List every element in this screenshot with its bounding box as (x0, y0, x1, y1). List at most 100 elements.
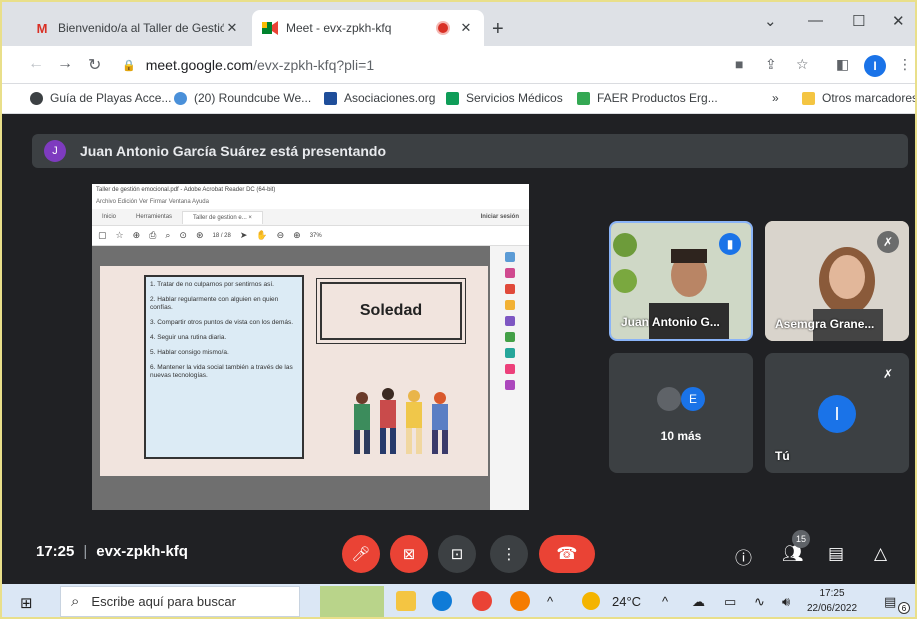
more-participants-tile[interactable]: E 10 más (609, 353, 753, 473)
bookmarks-bar: Guía de Playas Acce... (20) Roundcube We… (2, 84, 915, 114)
chrome-icon[interactable] (472, 591, 492, 611)
bookmark-item[interactable]: (20) Roundcube We... (174, 91, 311, 105)
participant-tile[interactable]: ✗ Asemgra Grane... (765, 221, 909, 341)
tab-meet[interactable]: Meet - evx-zpkh-kfq ✕ (252, 10, 484, 46)
bookmark-star-icon[interactable]: ☆ (796, 56, 809, 73)
search-highlight-image (320, 586, 384, 617)
profile-avatar[interactable]: I (864, 55, 886, 77)
present-button[interactable]: ⊡ (438, 535, 476, 573)
other-bookmarks[interactable]: Otros marcadores (802, 91, 915, 105)
tool-icon (504, 300, 515, 310)
menu-icon[interactable]: ⋮ (898, 56, 912, 73)
self-tile[interactable]: ✗ I Tú (765, 353, 909, 473)
participant-avatar: E (681, 387, 705, 411)
forward-icon[interactable]: → (57, 55, 73, 73)
taskbar-search[interactable]: ⌕ Escribe aquí para buscar (60, 586, 300, 617)
tool-icon (504, 316, 515, 326)
meet-controls: 17:25 | evx-zpkh-kfq 🎤︎ ⊠ ⊡ ⋮ ☎ ⓘ 👥︎ 15 ▤ … (2, 524, 915, 584)
tab-gmail[interactable]: M Bienvenido/a al Taller de Gestión ✕ (24, 10, 250, 46)
end-call-button[interactable]: ☎ (539, 535, 595, 573)
windows-taskbar: ⊞ ⌕ Escribe aquí para buscar ^ 24°C ^ ☁ … (2, 584, 915, 617)
tool-icon (504, 348, 515, 358)
tool-icon (504, 332, 515, 342)
maximize-icon[interactable]: ☐ (852, 12, 865, 30)
shared-screen: Taller de gestión emocional.pdf - Adobe … (92, 184, 529, 510)
acrobat-menu: Archivo Edición Ver Firmar Ventana Ayuda (96, 199, 209, 205)
firefox-icon[interactable] (510, 591, 530, 611)
share-icon[interactable]: ⇪ (765, 56, 777, 73)
more-count: 10 más (660, 429, 702, 443)
network-icon[interactable]: ∿ (754, 594, 765, 610)
camera-icon[interactable]: ■ (735, 56, 743, 72)
close-tab-icon[interactable]: ✕ (458, 20, 474, 36)
browser-tabstrip: M Bienvenido/a al Taller de Gestión ✕ Me… (2, 2, 915, 46)
participant-name: Juan Antonio G... (621, 315, 720, 329)
search-icon: ⌕ (71, 593, 80, 610)
tool-icon (504, 284, 515, 294)
screen: M Bienvenido/a al Taller de Gestión ✕ Me… (0, 0, 917, 619)
info-icon[interactable]: ⓘ (735, 544, 752, 569)
bookmark-item[interactable]: Asociaciones.org (324, 91, 435, 105)
activities-icon[interactable]: △ (874, 544, 887, 564)
more-options-button[interactable]: ⋮ (490, 535, 528, 573)
bookmark-item[interactable]: Servicios Médicos (446, 91, 563, 105)
acrobat-title: Taller de gestión emocional.pdf - Adobe … (96, 187, 276, 193)
meet-stage: J Juan Antonio García Suárez está presen… (2, 114, 915, 584)
address-bar[interactable]: 🔒 meet.google.com/evx-zpkh-kfq?pli=1 (112, 52, 752, 78)
bookmark-item[interactable]: Guía de Playas Acce... (30, 91, 171, 105)
volume-icon[interactable]: 🔊︎ (782, 594, 790, 610)
back-icon[interactable]: ← (28, 55, 44, 73)
mic-toggle-button[interactable]: 🎤︎ (342, 535, 380, 573)
participant-count-badge: 15 (792, 530, 810, 548)
self-avatar: I (818, 395, 856, 433)
tool-icon (504, 364, 515, 374)
notifications-icon[interactable]: ▤ (884, 594, 896, 610)
mic-off-icon: ✗ (877, 231, 899, 253)
close-tab-icon[interactable]: ✕ (224, 20, 240, 36)
taskbar-clock[interactable]: 17:25 22/06/2022 (802, 586, 862, 616)
bookmark-icon (446, 91, 459, 105)
bookmark-icon (324, 91, 337, 105)
pdf-slide: 1. Tratar de no culparnos por sentirnos … (100, 266, 488, 476)
sheets-icon (577, 91, 590, 105)
participant-name: Asemgra Grane... (775, 317, 875, 331)
file-explorer-icon[interactable] (396, 591, 416, 611)
folder-icon (802, 91, 815, 105)
acrobat-right-rail (490, 246, 529, 510)
close-window-icon[interactable]: ✕ (892, 12, 905, 30)
onedrive-icon[interactable]: ☁ (692, 594, 705, 610)
speaking-indicator-icon: ▮ (719, 233, 741, 255)
chevron-up-icon[interactable]: ^ (547, 594, 553, 609)
mic-off-icon: ✗ (882, 367, 894, 381)
weather-icon (582, 592, 600, 610)
participant-tile[interactable]: ▮ Juan Antonio G... (609, 221, 753, 341)
presenter-avatar: J (44, 140, 66, 162)
bookmarks-more[interactable]: » (772, 91, 779, 105)
new-tab-button[interactable]: + (492, 18, 504, 41)
chat-icon[interactable]: ▤ (828, 544, 844, 564)
bookmark-item[interactable]: FAER Productos Erg... (577, 91, 718, 105)
tab-title: Meet - evx-zpkh-kfq (286, 21, 392, 35)
roundcube-icon (174, 91, 187, 105)
slide-title: Soledad (316, 278, 466, 344)
browser-toolbar: ← → ↻ 🔒 meet.google.com/evx-zpkh-kfq?pli… (2, 46, 915, 84)
meeting-info: 17:25 | evx-zpkh-kfq (36, 543, 188, 560)
gmail-icon: M (36, 20, 48, 36)
weather-temp[interactable]: 24°C (612, 594, 641, 609)
battery-icon[interactable]: ▭ (724, 594, 736, 610)
self-name: Tú (775, 449, 790, 463)
tray-chevron-icon[interactable]: ^ (662, 594, 668, 609)
windows-start-icon[interactable]: ⊞ (20, 594, 33, 612)
side-panel-icon[interactable]: ◧ (836, 56, 849, 73)
camera-toggle-button[interactable]: ⊠ (390, 535, 428, 573)
tool-icon (504, 380, 515, 390)
participant-avatar (657, 387, 681, 411)
tab-title: Bienvenido/a al Taller de Gestión (58, 21, 224, 35)
tab-search-icon[interactable]: ⌄ (764, 12, 777, 30)
pdf-viewport: 1. Tratar de no culparnos por sentirnos … (92, 246, 490, 510)
tips-list: 1. Tratar de no culparnos por sentirnos … (144, 275, 304, 459)
reload-icon[interactable]: ↻ (88, 55, 101, 75)
minimize-icon[interactable]: — (808, 12, 823, 29)
recording-icon (438, 23, 448, 33)
edge-icon[interactable] (432, 591, 452, 611)
